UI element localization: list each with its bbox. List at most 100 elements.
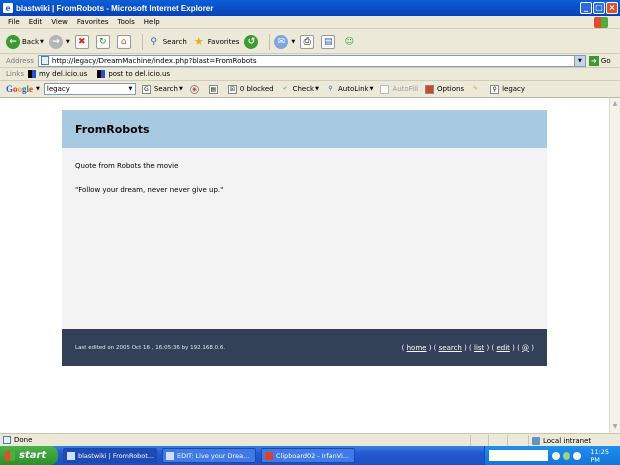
spellcheck-button[interactable]: ✓ Check ▼ bbox=[281, 85, 319, 94]
popup-blocker-button[interactable]: ☒ 0 blocked bbox=[227, 84, 274, 94]
back-button[interactable]: ← Back ▼ bbox=[6, 34, 44, 49]
link-post-to-delicious[interactable]: post to del.icio.us bbox=[97, 70, 170, 78]
close-button[interactable]: × bbox=[606, 2, 618, 14]
google-search-label: Search bbox=[153, 85, 178, 93]
go-button[interactable]: ➜ Go bbox=[588, 55, 611, 66]
messenger-button[interactable]: ☺ bbox=[342, 35, 358, 49]
autofill-label: AutoFill bbox=[392, 85, 419, 93]
check-label: Check bbox=[292, 85, 315, 93]
menu-view[interactable]: View bbox=[51, 18, 68, 26]
home-button[interactable]: ⌂ bbox=[116, 34, 133, 49]
link-my-delicious[interactable]: my del.icio.us bbox=[27, 70, 87, 78]
status-text: Done bbox=[14, 436, 33, 444]
page-icon bbox=[40, 56, 49, 65]
menu-favorites[interactable]: Favorites bbox=[77, 18, 109, 26]
task-label: EDIT: Live your Drea... bbox=[177, 451, 250, 460]
spellcheck-icon: ✓ bbox=[282, 84, 288, 92]
home-icon: ⌂ bbox=[116, 34, 131, 49]
google-search-dropdown-icon[interactable]: ▼ bbox=[179, 86, 183, 92]
delicious-icon bbox=[27, 70, 36, 78]
google-search-input[interactable]: legacy ▼ bbox=[43, 83, 136, 95]
task-blastwiki[interactable]: blastwiki | FromRobot... bbox=[63, 448, 157, 463]
address-input[interactable]: http://legacy/DreamMachine/index.php?bla… bbox=[37, 54, 586, 67]
forward-arrow-icon: → bbox=[48, 34, 63, 49]
favorites-button[interactable]: ★ Favorites bbox=[192, 35, 240, 49]
forward-dropdown-icon[interactable]: ▼ bbox=[66, 39, 70, 45]
stop-icon: ✖ bbox=[74, 34, 89, 49]
task-irfanview[interactable]: Clipboard02 - IrfanVi... bbox=[261, 448, 355, 463]
google-logo[interactable]: Google bbox=[6, 84, 33, 94]
highlight-button[interactable]: ✎ bbox=[471, 85, 483, 94]
wiki-header: FromRobots bbox=[62, 110, 547, 148]
go-label: Go bbox=[600, 56, 611, 65]
stop-button[interactable]: ✖ bbox=[74, 34, 91, 49]
options-button[interactable]: Options bbox=[425, 84, 464, 94]
print-button[interactable]: ⎙ bbox=[300, 34, 316, 49]
wiki-body: Quote from Robots the movie "Follow your… bbox=[62, 148, 547, 329]
autofill-icon bbox=[380, 84, 390, 94]
footer-link-list[interactable]: list bbox=[474, 344, 484, 352]
tray-volume-icon[interactable] bbox=[573, 451, 582, 460]
footer-link-edit[interactable]: edit bbox=[496, 344, 509, 352]
taskbar: start blastwiki | FromRobot... EDIT: Liv… bbox=[0, 446, 620, 465]
footer-link-home[interactable]: home bbox=[407, 344, 427, 352]
legacy-word-label: legacy bbox=[502, 85, 526, 93]
autolink-button[interactable]: ⚲ AutoLink ▼ bbox=[326, 85, 373, 94]
forward-button[interactable]: → ▼ bbox=[48, 34, 70, 49]
wiki-intro-text: Quote from Robots the movie bbox=[75, 162, 179, 170]
scroll-down-arrow-icon[interactable]: ▼ bbox=[610, 422, 620, 432]
wiki-quote-text: "Follow your dream, never never give up.… bbox=[75, 186, 224, 194]
google-search-button[interactable]: G Search ▼ bbox=[141, 84, 183, 94]
print-icon: ⎙ bbox=[300, 34, 315, 49]
popup-blocker-icon: ☒ bbox=[227, 84, 237, 94]
tray-network-icon[interactable] bbox=[551, 451, 560, 460]
footer-link-at[interactable]: @ bbox=[522, 344, 529, 352]
check-dropdown-icon[interactable]: ▼ bbox=[315, 86, 319, 92]
scroll-up-arrow-icon[interactable]: ▲ bbox=[610, 99, 620, 109]
search-button[interactable]: ⚲ Search bbox=[147, 35, 187, 49]
pagerank-icon: ◉ bbox=[189, 84, 199, 94]
menu-tools[interactable]: Tools bbox=[118, 18, 135, 26]
favorites-star-icon: ★ bbox=[193, 35, 204, 48]
footer-link-search[interactable]: search bbox=[439, 344, 462, 352]
autolink-dropdown-icon[interactable]: ▼ bbox=[370, 86, 374, 92]
security-zone: Local intranet bbox=[528, 435, 591, 446]
popup-blocked-count: 0 blocked bbox=[239, 85, 274, 93]
history-button[interactable]: ↺ bbox=[244, 34, 260, 49]
status-bar: Done Local intranet bbox=[0, 433, 620, 446]
back-dropdown-icon[interactable]: ▼ bbox=[40, 39, 44, 45]
pagerank-button[interactable]: ◉ bbox=[189, 84, 202, 94]
mail-dropdown-icon[interactable]: ▼ bbox=[291, 39, 295, 45]
news-button[interactable]: ▤ bbox=[208, 84, 221, 94]
menu-edit[interactable]: Edit bbox=[29, 18, 43, 26]
google-query-dropdown-icon[interactable]: ▼ bbox=[126, 84, 135, 94]
vertical-scrollbar[interactable]: ▲ ▼ bbox=[609, 98, 620, 433]
mail-button[interactable]: ✉ ▼ bbox=[274, 34, 295, 49]
history-icon: ↺ bbox=[244, 34, 259, 49]
google-query-text: legacy bbox=[46, 85, 70, 93]
minimize-button[interactable]: _ bbox=[580, 2, 592, 14]
address-dropdown-icon[interactable]: ▼ bbox=[573, 55, 585, 66]
edit-page-button[interactable]: ▤ bbox=[321, 34, 337, 49]
refresh-button[interactable]: ↻ bbox=[95, 34, 112, 49]
legacy-word-button[interactable]: ⚲ legacy bbox=[490, 84, 526, 94]
menu-help[interactable]: Help bbox=[144, 18, 160, 26]
intranet-icon bbox=[532, 436, 540, 445]
autofill-button[interactable]: AutoFill bbox=[380, 84, 419, 94]
search-label: Search bbox=[162, 37, 187, 46]
start-button[interactable]: start bbox=[0, 446, 58, 465]
page-done-icon bbox=[3, 436, 11, 444]
back-arrow-icon: ← bbox=[6, 34, 20, 49]
toolbar-separator bbox=[141, 33, 143, 50]
wiki-page: FromRobots Quote from Robots the movie "… bbox=[62, 110, 547, 366]
tray-search-box[interactable] bbox=[489, 450, 548, 461]
google-menu-dropdown-icon[interactable]: ▼ bbox=[36, 86, 40, 92]
maximize-button[interactable]: □ bbox=[593, 2, 605, 14]
status-cell bbox=[506, 435, 525, 446]
address-url: http://legacy/DreamMachine/index.php?bla… bbox=[51, 56, 257, 65]
search-icon: ⚲ bbox=[150, 36, 158, 47]
menu-file[interactable]: File bbox=[8, 18, 20, 26]
tray-messenger-icon[interactable] bbox=[562, 451, 571, 460]
task-edit-dream[interactable]: EDIT: Live your Drea... bbox=[162, 448, 256, 463]
last-edited-text: Last edited on 2005 Oct 16 , 16:05:36 by… bbox=[75, 344, 226, 351]
